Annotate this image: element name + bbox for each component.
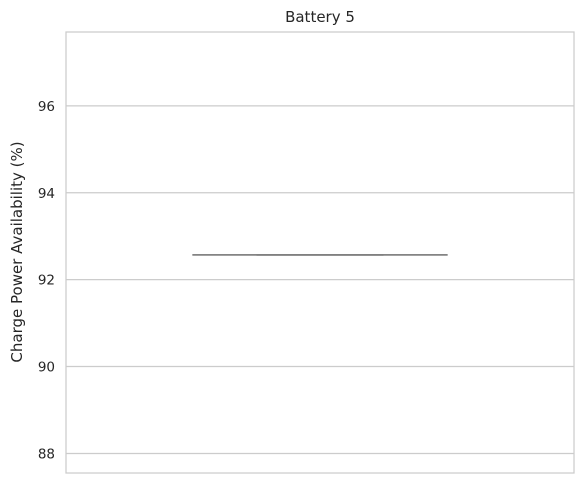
y-tick-label: 88 xyxy=(38,446,55,462)
chart-title: Battery 5 xyxy=(285,8,355,26)
chart: 88 90 92 94 96 Battery 5 Charge Power Availa… xyxy=(8,8,575,474)
plot-background xyxy=(66,32,574,473)
y-tick-labels: 88 90 92 94 96 xyxy=(38,99,55,463)
y-tick-label: 92 xyxy=(38,273,55,289)
y-axis-label: Charge Power Availability (%) xyxy=(8,141,26,362)
y-tick-label: 94 xyxy=(38,186,55,202)
y-tick-label: 96 xyxy=(38,99,55,115)
y-tick-label: 90 xyxy=(38,360,55,376)
